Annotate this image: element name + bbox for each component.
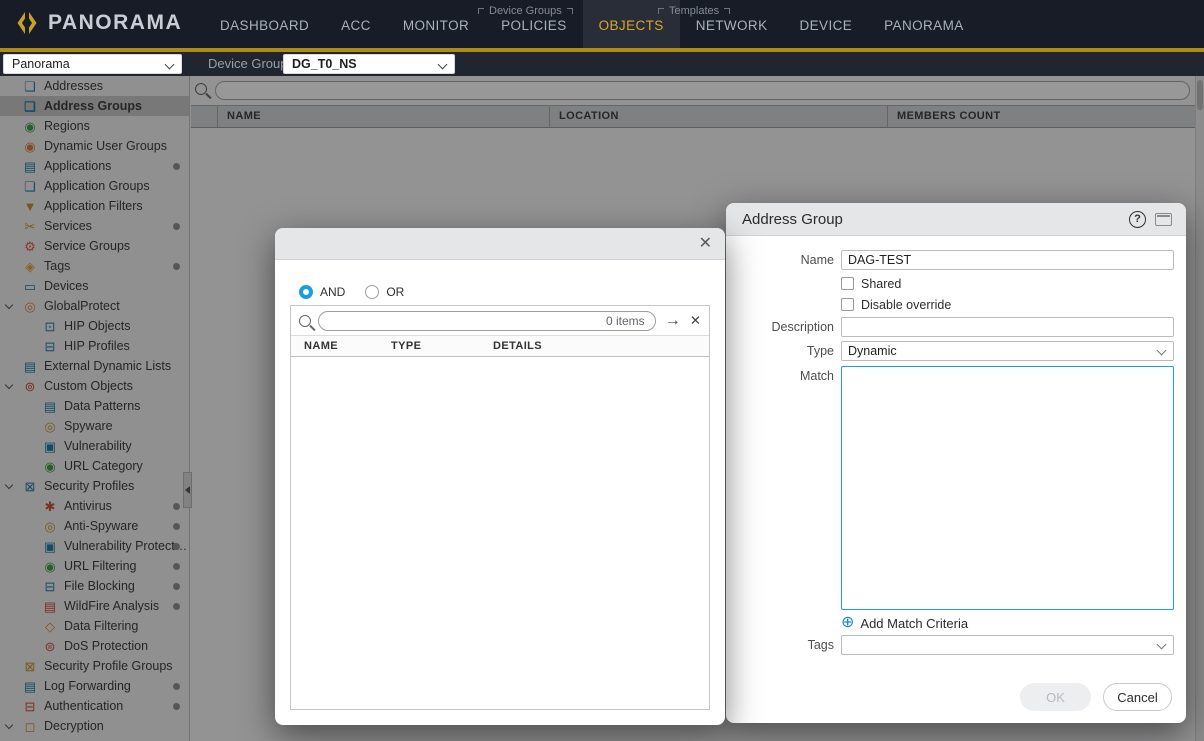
nav-tabs: DASHBOARD ACC MONITOR POLICIES OBJECTS N… — [204, 0, 980, 48]
search-icon — [299, 315, 311, 327]
disable-override-label: Disable override — [861, 298, 951, 312]
clear-filter-icon[interactable]: ✕ — [690, 314, 701, 328]
device-groups-section-label: Device Groups — [478, 6, 573, 17]
help-icon[interactable]: ? — [1129, 211, 1146, 228]
top-navigation-bar: PANORAMA DASHBOARD ACC MONITOR POLICIES … — [0, 0, 1204, 48]
description-label: Description — [726, 320, 834, 334]
tab-device[interactable]: DEVICE — [783, 0, 868, 48]
shared-checkbox[interactable] — [841, 277, 854, 290]
name-field[interactable] — [841, 250, 1174, 270]
tab-panorama[interactable]: PANORAMA — [868, 0, 979, 48]
or-radio[interactable] — [365, 285, 379, 299]
add-match-criteria-link[interactable]: ⊕ Add Match Criteria — [841, 615, 968, 631]
brand-name: PANORAMA — [48, 11, 182, 35]
device-group-select[interactable]: DG_T0_NS — [283, 54, 455, 74]
chevron-down-icon — [165, 60, 175, 70]
cancel-button[interactable]: Cancel — [1103, 683, 1172, 711]
shared-label: Shared — [861, 277, 901, 291]
picker-search-input[interactable] — [329, 314, 606, 328]
tags-label: Tags — [726, 638, 834, 652]
picker-dialog-header: ✕ — [275, 228, 725, 260]
bracket-left-icon — [478, 8, 484, 14]
match-criteria-picker-dialog: ✕ AND OR 0 items → ✕ NAME TYPE DETAILS — [275, 228, 725, 725]
picker-column-type[interactable]: TYPE — [391, 336, 493, 356]
chevron-down-icon — [1157, 640, 1167, 650]
close-icon[interactable]: ✕ — [699, 234, 712, 254]
items-count-badge: 0 items — [606, 314, 645, 328]
address-group-dialog-header: Address Group ? — [726, 203, 1186, 236]
picker-column-name[interactable]: NAME — [291, 336, 391, 356]
detach-window-icon[interactable] — [1155, 213, 1172, 226]
match-label: Match — [726, 369, 834, 383]
and-radio-label: AND — [320, 285, 345, 299]
device-group-label: Device Group — [208, 56, 287, 71]
apply-filter-arrow-icon[interactable]: → — [665, 313, 681, 329]
panorama-logo: PANORAMA — [14, 10, 182, 36]
bracket-right-icon — [724, 8, 730, 14]
type-select[interactable]: Dynamic — [841, 341, 1174, 361]
picker-table-header: NAME TYPE DETAILS — [291, 335, 709, 357]
picker-search-row: 0 items → ✕ — [291, 306, 709, 335]
chevron-down-icon — [438, 60, 448, 70]
tags-select[interactable] — [841, 635, 1174, 655]
tab-acc[interactable]: ACC — [325, 0, 387, 48]
templates-section-label: Templates — [658, 6, 730, 17]
disable-override-checkbox[interactable] — [841, 298, 854, 311]
picker-table-widget: 0 items → ✕ NAME TYPE DETAILS — [290, 305, 710, 710]
context-select[interactable]: Panorama — [3, 54, 182, 74]
match-field[interactable] — [841, 366, 1174, 610]
type-label: Type — [726, 344, 834, 358]
tab-dashboard[interactable]: DASHBOARD — [204, 0, 325, 48]
and-radio[interactable] — [299, 285, 313, 299]
ok-button[interactable]: OK — [1020, 683, 1091, 711]
tab-monitor[interactable]: MONITOR — [387, 0, 485, 48]
or-radio-label: OR — [386, 285, 404, 299]
operator-radio-group: AND OR — [299, 285, 424, 299]
context-bar: Panorama Device Group DG_T0_NS — [0, 52, 1204, 76]
panorama-logo-icon — [14, 10, 40, 36]
chevron-down-icon — [1157, 346, 1167, 356]
picker-search-pill: 0 items — [318, 311, 656, 331]
description-field[interactable] — [841, 317, 1174, 337]
picker-column-details[interactable]: DETAILS — [493, 336, 709, 356]
picker-table-body — [291, 357, 709, 709]
name-label: Name — [726, 253, 834, 267]
plus-circle-icon: ⊕ — [841, 615, 854, 631]
address-group-dialog: Address Group ? Name Shared Disable over… — [726, 203, 1186, 723]
dialog-title: Address Group — [742, 211, 843, 228]
bracket-left-icon — [658, 8, 664, 14]
bracket-right-icon — [567, 8, 573, 14]
